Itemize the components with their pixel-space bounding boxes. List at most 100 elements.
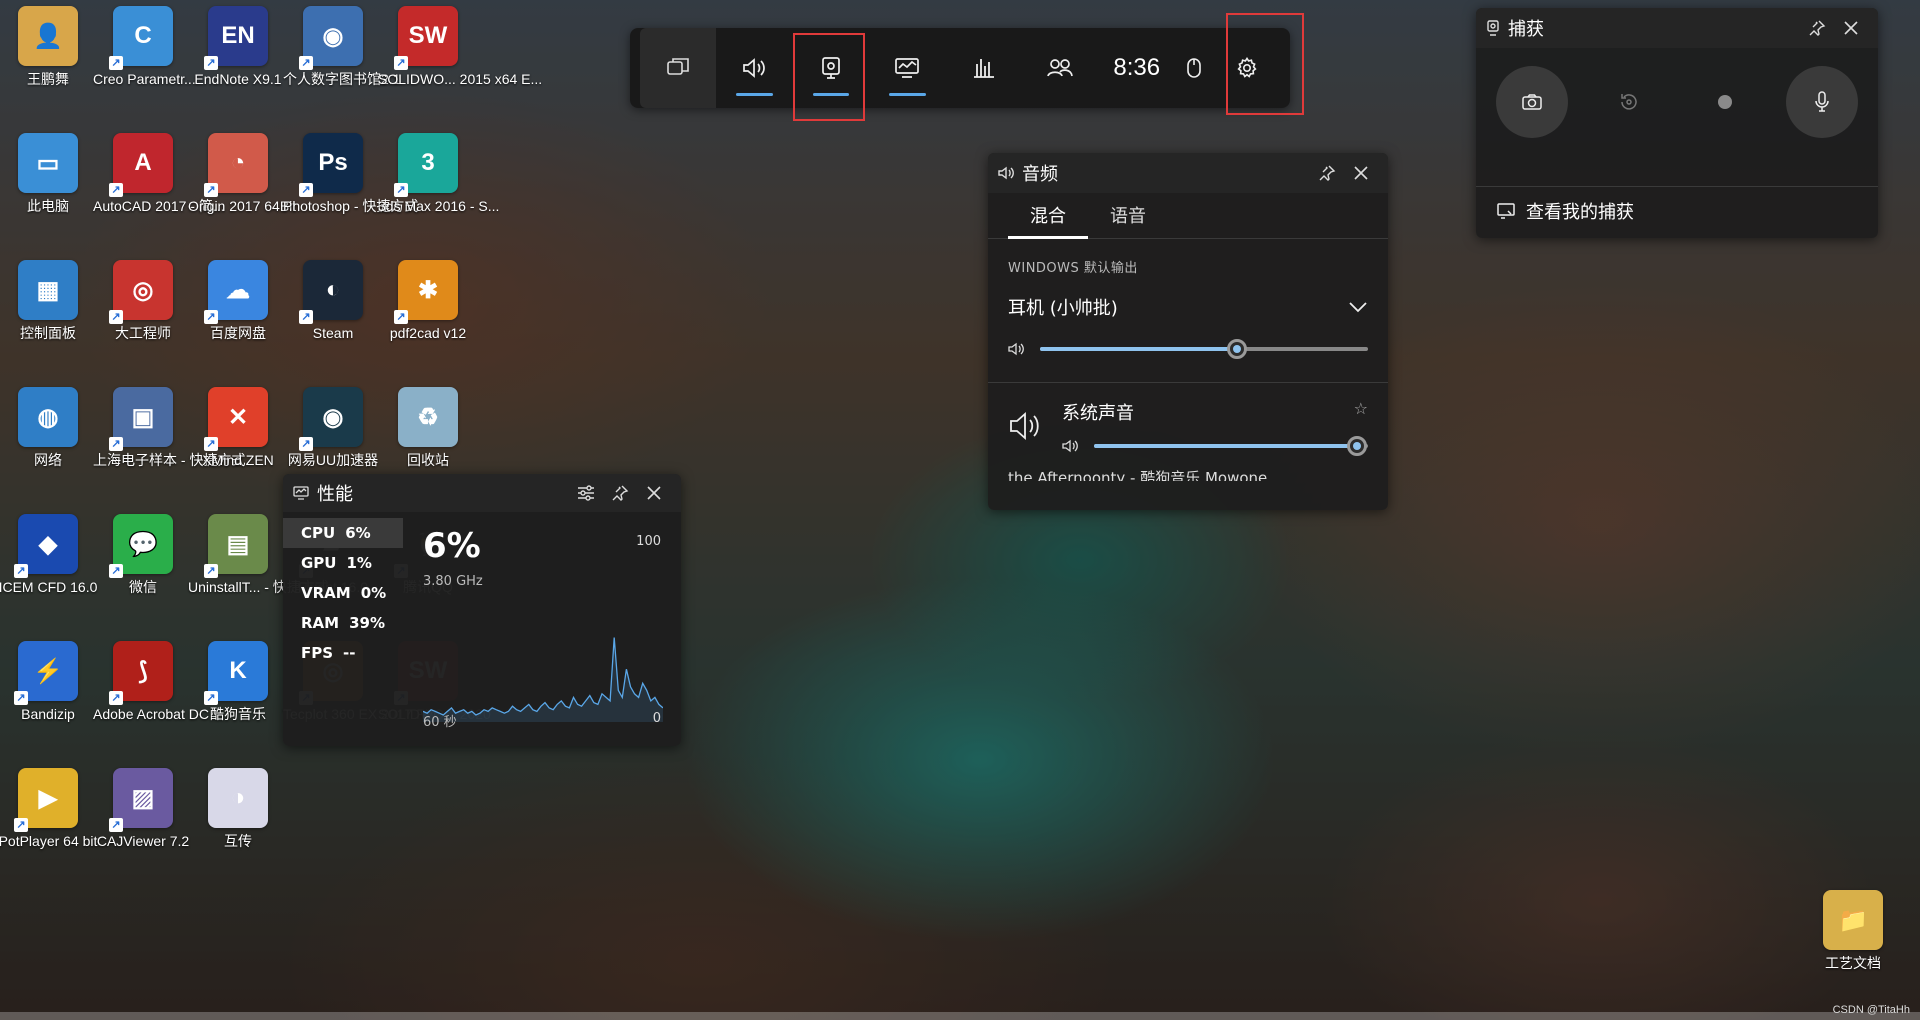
gear-icon	[1237, 57, 1257, 78]
performance-close-button[interactable]	[637, 476, 671, 510]
audio-close-button[interactable]	[1344, 156, 1378, 190]
capture-close-button[interactable]	[1834, 11, 1868, 45]
desktop-icon[interactable]: SW ↗ SOLIDWO... 2015 x64 E...	[378, 6, 543, 88]
microphone-button[interactable]	[1785, 66, 1858, 138]
audio-tabs: 混合 语音	[988, 193, 1388, 239]
desktop-icon[interactable]: K ↗ 酷狗音乐	[190, 641, 286, 723]
desktop-icon[interactable]: ◎ ↗ 大工程师	[95, 260, 191, 342]
desktop-icon[interactable]: ◍ 网络	[0, 387, 96, 469]
desktop-icon[interactable]: ▦ 控制面板	[0, 260, 96, 342]
record-last-button[interactable]	[1593, 66, 1665, 138]
app-icon: ▶ ↗	[14, 768, 78, 832]
app-icon: ▤ ↗	[204, 514, 268, 578]
audio-button[interactable]	[716, 28, 792, 108]
resources-button[interactable]	[946, 28, 1022, 108]
desktop-icon[interactable]: 📁 工艺文档	[1805, 890, 1901, 972]
desktop-icon[interactable]: ◉ ↗ 网易UU加速器	[285, 387, 381, 469]
app-icon: 3 ↗	[394, 133, 458, 197]
start-recording-button[interactable]	[1689, 66, 1761, 138]
desktop-icon[interactable]: Ps ↗ Photoshop - 快捷方式	[283, 133, 418, 215]
settings-button[interactable]	[1213, 28, 1280, 108]
desktop-icon[interactable]: ⟆ ↗ Adobe Acrobat DC	[93, 641, 209, 723]
app-volume-slider[interactable]	[1094, 436, 1368, 456]
desktop-icon-label: 互传	[224, 833, 252, 849]
shortcut-arrow-icon: ↗	[204, 183, 218, 197]
desktop-icon[interactable]: ♻ 回收站	[380, 387, 476, 469]
audio-pin-button[interactable]	[1310, 156, 1344, 190]
metric-item-cpu[interactable]: CPU 6%	[283, 518, 403, 548]
performance-options-button[interactable]	[569, 476, 603, 510]
desktop-icon[interactable]: ✕ ↗ XMind ZEN	[190, 387, 286, 469]
metric-item-fps[interactable]: FPS --	[283, 638, 403, 668]
desktop-icon[interactable]: ▶ ↗ PotPlayer 64 bit	[0, 768, 98, 850]
chevron-down-icon	[1349, 302, 1367, 313]
performance-pin-button[interactable]	[603, 476, 637, 510]
desktop-icon[interactable]: ▨ ↗ CAJViewer 7.2	[95, 768, 191, 850]
widget-menu-button[interactable]	[640, 28, 717, 108]
desktop-icon-label: ICEM CFD 16.0	[0, 579, 98, 595]
desktop-icon[interactable]: 👤 王鹏舞	[0, 6, 96, 88]
desktop-icon-label: PotPlayer 64 bit	[0, 833, 98, 849]
desktop-icon[interactable]: ▭ 此电脑	[0, 133, 96, 215]
output-device-select[interactable]: 耳机 (小帅批)	[988, 284, 1388, 330]
desktop-icon[interactable]: ✱ ↗ pdf2cad v12	[380, 260, 476, 342]
desktop-icon[interactable]: ◆ ↗ ICEM CFD 16.0	[0, 514, 98, 596]
tab-voice[interactable]: 语音	[1088, 202, 1168, 238]
app-icon: ◎↗	[109, 260, 173, 324]
desktop-icon-label: SOLIDWO... 2015 x64 E...	[378, 71, 543, 87]
app-icon: ◐ ↗	[299, 260, 363, 324]
desktop-icon[interactable]: 3 ↗ 3ds Max 2016 - S...	[378, 133, 499, 215]
screenshot-button[interactable]	[1496, 66, 1569, 138]
app-icon: ▦	[18, 260, 78, 320]
metric-item-ram[interactable]: RAM 39%	[283, 608, 403, 638]
master-volume-slider[interactable]	[1040, 339, 1368, 359]
mouse-lock-button[interactable]	[1175, 28, 1213, 108]
desktop-icon-label: Steam	[312, 325, 354, 341]
desktop-icon[interactable]: 💬 ↗ 微信	[95, 514, 191, 596]
desktop-icon[interactable]: C ↗ Creo Parametr...	[93, 6, 196, 88]
metric-big-value: 6%	[423, 526, 481, 566]
xbox-social-button[interactable]	[1022, 28, 1098, 108]
desktop-icon[interactable]: ◉ ↗ 个人数字图书馆2.1	[283, 6, 400, 88]
desktop-icon[interactable]: ▤ ↗ UninstallT... - 快捷方式	[188, 514, 329, 596]
replay-icon	[1621, 94, 1637, 110]
desktop-icon[interactable]: ☁ ↗ 百度网盘	[190, 260, 286, 342]
speaker-icon	[1010, 412, 1039, 440]
desktop-icon[interactable]: A ↗ AutoCAD 2017 - 简...	[93, 133, 225, 215]
desktop-icon-label: 上海电子样本 - 快捷方式	[93, 452, 246, 468]
master-volume-thumb[interactable]	[1226, 339, 1247, 359]
audio-header: 音频	[988, 153, 1388, 193]
shortcut-arrow-icon: ↗	[204, 310, 218, 324]
desktop-icon-label: XMind ZEN	[202, 452, 274, 468]
audio-widget: 音频 混合 语音 WINDOWS 默认输出 耳机 (小帅批) 系统声音 ☆ th…	[988, 153, 1388, 510]
metric-item-gpu[interactable]: GPU 1%	[283, 548, 403, 578]
shortcut-arrow-icon: ↗	[109, 564, 123, 578]
widget-menu-icon	[667, 58, 690, 75]
desktop-icon[interactable]: ◔ ↗ Origin 2017 64Bit	[188, 133, 296, 215]
capture-button[interactable]	[793, 28, 869, 108]
capture-pin-button[interactable]	[1800, 11, 1834, 45]
app-icon: ◍	[18, 387, 78, 447]
speaker-icon	[742, 58, 765, 78]
audio-active-indicator	[736, 93, 773, 96]
close-icon	[647, 486, 661, 500]
app-volume-thumb[interactable]	[1347, 436, 1368, 456]
metric-item-vram[interactable]: VRAM 0%	[283, 578, 403, 608]
tab-mix[interactable]: 混合	[1008, 202, 1088, 239]
shortcut-arrow-icon: ↗	[299, 310, 313, 324]
desktop-icon[interactable]: ◑ 互传	[190, 768, 286, 850]
view-captures-link[interactable]: 查看我的捕获	[1476, 186, 1878, 234]
shortcut-arrow-icon: ↗	[394, 310, 408, 324]
pin-icon	[612, 485, 629, 501]
favorite-star-icon[interactable]: ☆	[1354, 399, 1368, 425]
shortcut-arrow-icon: ↗	[299, 183, 313, 197]
performance-button[interactable]	[869, 28, 945, 108]
desktop-icon[interactable]: ◐ ↗ Steam	[285, 260, 381, 342]
app-icon: A ↗	[109, 133, 173, 197]
app-icon: ✕ ↗	[204, 387, 268, 451]
desktop-icon-label: CAJViewer 7.2	[96, 833, 190, 849]
record-icon	[1718, 95, 1733, 109]
desktop-icon[interactable]: ▣ ↗ 上海电子样本 - 快捷方式	[93, 387, 246, 469]
desktop-icon[interactable]: ⚡ ↗ Bandizip	[0, 641, 96, 723]
desktop-icon[interactable]: EN ↗ EndNote X9.1	[190, 6, 286, 88]
